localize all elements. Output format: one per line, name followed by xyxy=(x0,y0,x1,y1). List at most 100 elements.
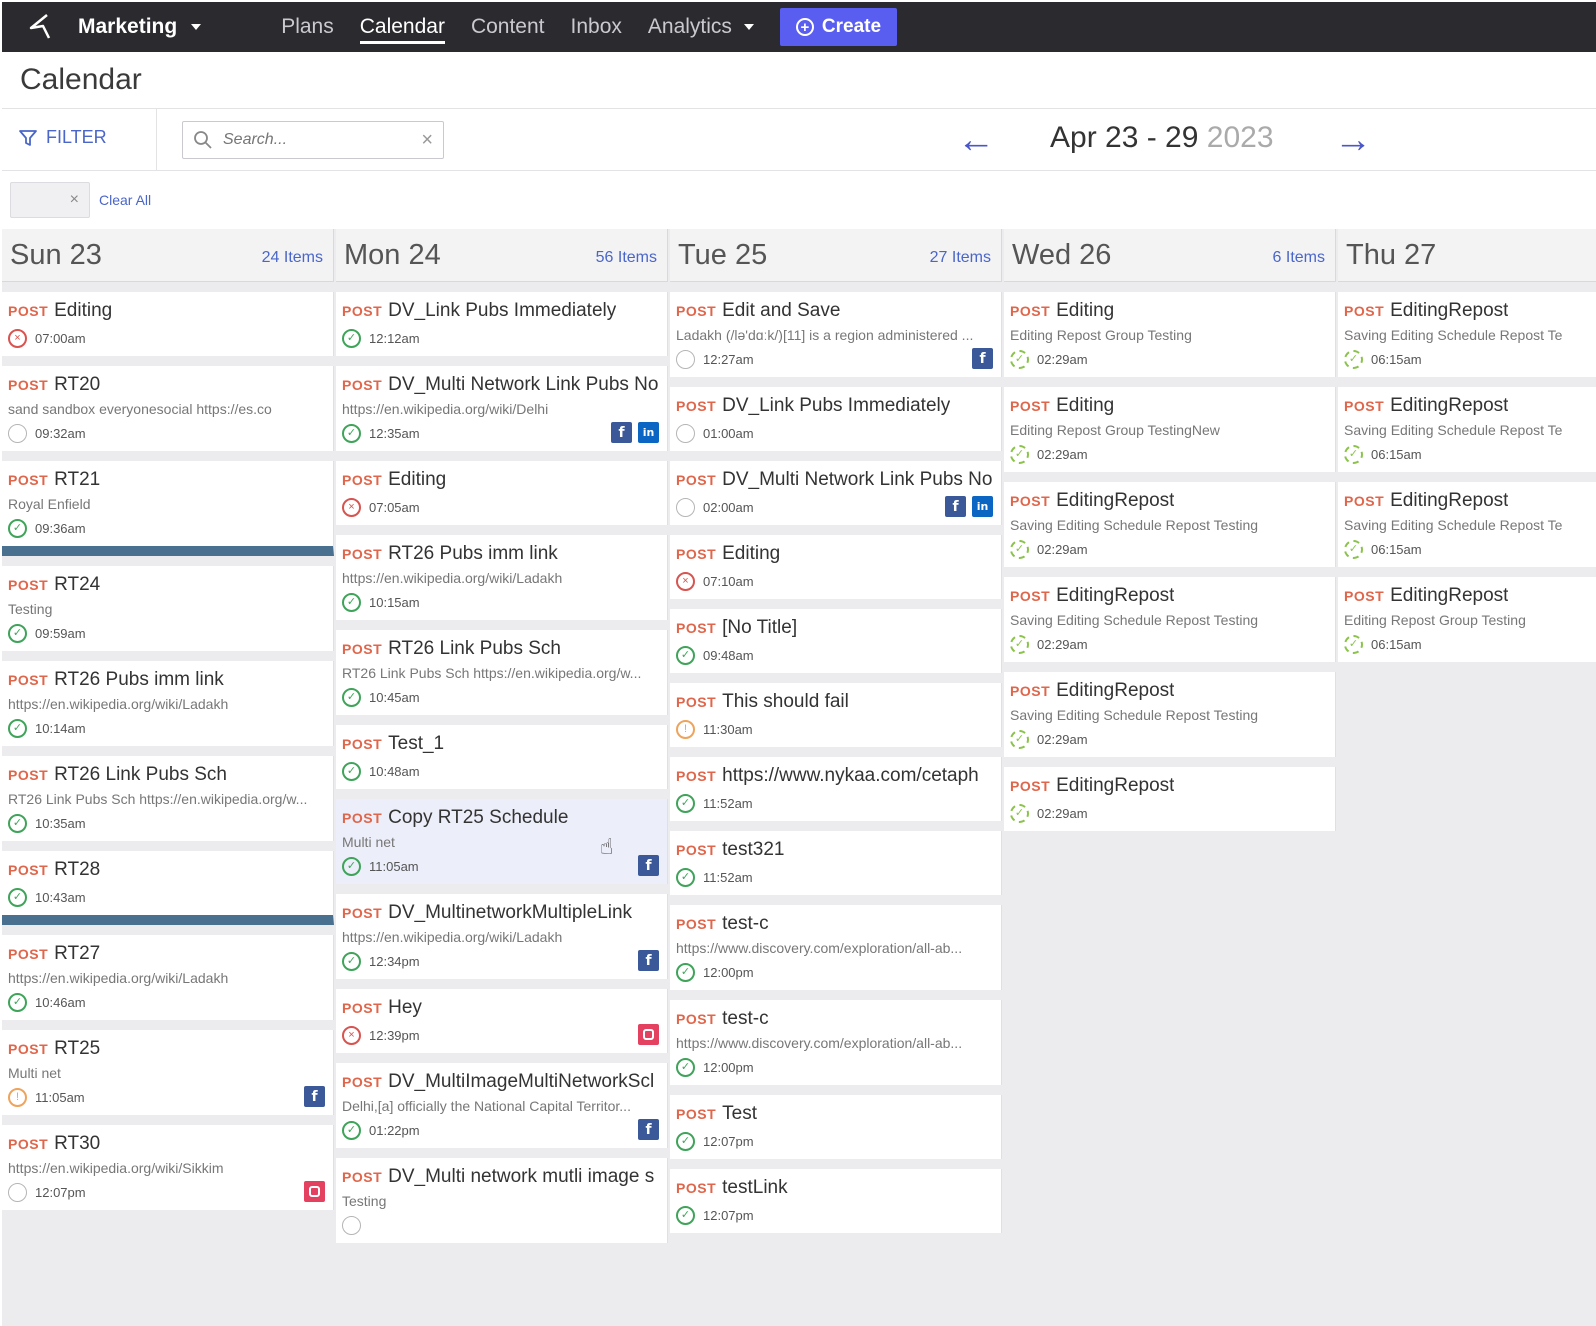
post-title: RT21 xyxy=(54,469,101,490)
post-time: 09:48am xyxy=(703,648,754,663)
day-column-header[interactable]: Sun 23 24 Items xyxy=(2,229,334,282)
filter-chip[interactable]: × xyxy=(10,182,90,218)
previous-week-arrow-icon[interactable]: ← xyxy=(957,119,995,162)
nav-analytics-label: Analytics xyxy=(647,15,732,38)
post-card[interactable]: POST RT26 Pubs imm link https://en.wikiped… xyxy=(2,661,334,746)
nav-plans[interactable]: Plans xyxy=(281,2,334,52)
search-icon xyxy=(194,131,212,149)
main-nav: Plans Calendar Content Inbox Analytics +… xyxy=(281,2,898,52)
item-count[interactable]: 27 Items xyxy=(930,249,991,267)
post-card[interactable]: POST DV_Multi Network Link Pubs No 02:00am… xyxy=(670,461,1002,525)
post-type-tag: POST xyxy=(1344,493,1385,509)
post-meta-row: ✓ 02:29am xyxy=(1010,540,1329,559)
post-card[interactable]: POST https://www.nykaa.com/cetaph ✓ 11:52am xyxy=(670,757,1002,821)
chevron-down-icon xyxy=(743,24,754,30)
post-card[interactable]: POST DV_Multi network mutli image s Testin… xyxy=(336,1158,668,1243)
date-range-label: Apr 23 - 29 2023 xyxy=(1050,121,1274,155)
nav-content[interactable]: Content xyxy=(471,2,545,52)
post-card[interactable]: POST RT26 Link Pubs Sch RT26 Link Pubs Sch… xyxy=(2,756,334,841)
post-time: 12:35am xyxy=(369,426,420,441)
day-column: Mon 24 56 Items POST DV_Link Pubs Immediate… xyxy=(336,229,668,1326)
post-card[interactable]: POST EditingRepost Saving Editing Schedule… xyxy=(1004,672,1336,757)
post-card[interactable]: POST RT26 Link Pubs Sch RT26 Link Pubs Sch… xyxy=(336,630,668,715)
create-button[interactable]: + Create xyxy=(779,8,898,46)
item-count[interactable]: 56 Items xyxy=(596,249,657,267)
post-card[interactable]: POST Test ✓ 12:07pm xyxy=(670,1095,1002,1159)
post-type-tag: POST xyxy=(1010,303,1051,319)
post-card[interactable]: POST Hey × 12:39pm xyxy=(336,989,668,1053)
post-card[interactable]: POST RT28 ✓ 10:43am xyxy=(2,851,334,925)
post-card[interactable]: POST DV_Link Pubs Immediately 01:00am xyxy=(670,387,1002,451)
post-preview-text: https://www.discovery.com/exploration/al… xyxy=(676,940,963,956)
nav-analytics[interactable]: Analytics xyxy=(648,2,754,52)
post-card[interactable]: POST RT27 https://en.wikipedia.org/wiki/La… xyxy=(2,935,334,1020)
post-time: 02:29am xyxy=(1037,637,1088,652)
post-card[interactable]: POST EditingRepost Saving Editing Schedule… xyxy=(1338,387,1596,472)
column-spacer xyxy=(670,282,1002,292)
post-type-tag: POST xyxy=(1344,303,1385,319)
post-card[interactable]: POST DV_MultinetworkMultipleLink https://e… xyxy=(336,894,668,979)
post-card[interactable]: POST EditingRepost ✓ 02:29am xyxy=(1004,767,1336,831)
nav-inbox[interactable]: Inbox xyxy=(571,2,622,52)
post-type-tag: POST xyxy=(342,472,383,488)
item-count[interactable]: 6 Items xyxy=(1273,249,1325,267)
post-type-tag: POST xyxy=(342,736,383,752)
post-card[interactable]: POST testLink ✓ 12:07pm xyxy=(670,1169,1002,1233)
post-card[interactable]: POST Editing × 07:00am xyxy=(2,292,334,356)
post-title: Editing xyxy=(54,300,113,321)
day-column-header[interactable]: Tue 25 27 Items xyxy=(670,229,1002,282)
post-type-tag: POST xyxy=(676,842,717,858)
social-networks: f xyxy=(304,1086,325,1107)
post-card[interactable]: POST Editing Editing Repost Group Testing ✓… xyxy=(1004,292,1336,377)
post-title: RT25 xyxy=(54,1038,101,1059)
post-card[interactable]: POST RT25 Multi net! 11:05am f xyxy=(2,1030,334,1115)
post-card[interactable]: POST Copy RT25 Schedule Multi net ✓ 11:05am f xyxy=(336,799,668,884)
post-card[interactable]: POST test-c https://www.discovery.com/expl… xyxy=(670,905,1002,990)
post-meta-row: ✓ 12:00pm xyxy=(676,963,995,982)
post-card[interactable]: POST test321 ✓ 11:52am xyxy=(670,831,1002,895)
post-card[interactable]: POST Editing × 07:05am xyxy=(336,461,668,525)
item-count[interactable]: 24 Items xyxy=(262,249,323,267)
workspace-switcher[interactable]: Marketing xyxy=(78,15,202,39)
instagram-icon xyxy=(304,1181,325,1202)
post-card[interactable]: POST EditingRepost Saving Editing Schedule… xyxy=(1004,577,1336,662)
post-card[interactable]: POST EditingRepost Saving Editing Schedule… xyxy=(1004,482,1336,567)
post-card[interactable]: POST RT20 sand sandbox everyonesocial http… xyxy=(2,366,334,451)
post-meta-row: ✓ 12:34pm xyxy=(342,952,661,971)
post-card[interactable]: POST EditingRepost Editing Repost Group Te… xyxy=(1338,577,1596,662)
post-card[interactable]: POST EditingRepost Saving Editing Schedule… xyxy=(1338,482,1596,567)
next-week-arrow-icon[interactable]: → xyxy=(1334,119,1372,162)
filter-button[interactable]: FILTER xyxy=(18,127,107,148)
post-card[interactable]: POST This should fail! 11:30am xyxy=(670,683,1002,747)
day-column-header[interactable]: Wed 26 6 Items xyxy=(1004,229,1336,282)
clear-search-icon[interactable]: × xyxy=(421,129,433,152)
app-logo-icon[interactable] xyxy=(22,9,58,45)
day-column-header[interactable]: Thu 27 xyxy=(1338,229,1596,282)
nav-calendar[interactable]: Calendar xyxy=(359,2,446,52)
post-card-title-row: POST RT30 xyxy=(8,1133,327,1155)
post-card[interactable]: POST DV_Link Pubs Immediately ✓ 12:12am xyxy=(336,292,668,356)
post-card[interactable]: POST RT26 Pubs imm link https://en.wikiped… xyxy=(336,535,668,620)
post-card[interactable]: POST Edit and Save Ladakh (/lə'dɑːk/)[11] … xyxy=(670,292,1002,377)
remove-chip-icon[interactable]: × xyxy=(70,191,79,209)
post-meta-row: ✓ 10:45am xyxy=(342,688,661,707)
column-spacer xyxy=(1004,282,1336,292)
post-card[interactable]: POST RT24 Testing ✓ 09:59am xyxy=(2,566,334,651)
day-column: Wed 26 6 Items POST Editing Editing Repost G… xyxy=(1004,229,1336,1326)
day-column-header[interactable]: Mon 24 56 Items xyxy=(336,229,668,282)
post-card[interactable]: POST DV_Multi Network Link Pubs No https:/… xyxy=(336,366,668,451)
post-card[interactable]: POST test-c https://www.discovery.com/expl… xyxy=(670,1000,1002,1085)
post-card[interactable]: POST Editing × 07:10am xyxy=(670,535,1002,599)
clear-all-link[interactable]: Clear All xyxy=(99,192,151,208)
post-card[interactable]: POST Test_1 ✓ 10:48am xyxy=(336,725,668,789)
post-card[interactable]: POST RT21 Royal Enfield ✓ 09:36am xyxy=(2,461,334,556)
post-card[interactable]: POST Editing Editing Repost Group TestingN… xyxy=(1004,387,1336,472)
facebook-icon: f xyxy=(638,950,659,971)
post-card[interactable]: POST [No Title] ✓ 09:48am xyxy=(670,609,1002,673)
post-card[interactable]: POST EditingRepost Saving Editing Schedule… xyxy=(1338,292,1596,377)
post-card[interactable]: POST RT30 https://en.wikipedia.org/wiki/Si… xyxy=(2,1125,334,1210)
post-card[interactable]: POST DV_MultiImageMultiNetworkScl Delhi,[a… xyxy=(336,1063,668,1148)
search-input[interactable] xyxy=(223,131,403,149)
published-check-icon: ✓ xyxy=(8,814,27,833)
calendar-week-grid: Sun 23 24 Items POST Editing × 07:00am POST RT2… xyxy=(2,229,1596,1326)
